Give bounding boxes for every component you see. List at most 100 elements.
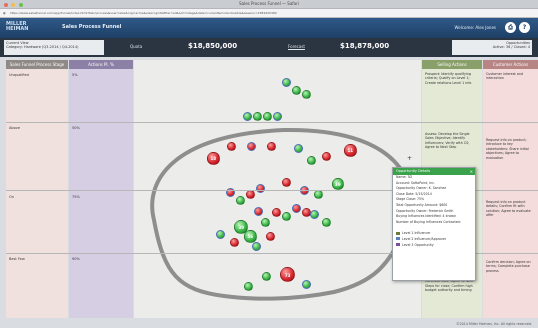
opportunity-bubble[interactable] <box>227 142 236 151</box>
opportunity-bubble[interactable]: 73 <box>280 267 296 283</box>
close-icon[interactable]: × <box>470 168 473 175</box>
address-bar[interactable]: ● https://www.salesfunnel.com/app/funnel… <box>0 9 538 18</box>
opportunity-bubble[interactable] <box>261 218 270 227</box>
opportunity-bubble[interactable] <box>267 142 276 151</box>
customer-actions-header: Customer Actions <box>483 60 538 69</box>
probability-column: Actions Pl. % 5% 50% 75% 90% <box>69 60 133 318</box>
opportunity-bubble[interactable] <box>253 112 262 121</box>
opportunity-bubble[interactable] <box>254 207 263 216</box>
opportunity-bubble[interactable]: 56 <box>244 230 257 243</box>
bubble-label: 73 <box>284 273 291 278</box>
row-pct-above: 50% <box>72 126 80 130</box>
row-divider <box>6 122 538 123</box>
opportunity-bubble[interactable] <box>314 190 323 199</box>
opportunities-value: Active: 36 / Closed: 4 <box>492 45 530 49</box>
window-titlebar: Sales Process Funnel — Safari <box>0 0 538 9</box>
legend-label: Level 2 Influencer/Approver <box>402 236 447 241</box>
stage-column-header: Sales Funnel Process Stage <box>6 60 68 69</box>
print-icon[interactable]: ⎙ <box>505 22 516 33</box>
opportunity-bubble[interactable] <box>246 190 255 199</box>
opportunity-bubble[interactable] <box>230 238 239 247</box>
stage-column: Sales Funnel Process Stage Unqualified A… <box>6 60 68 318</box>
row-label-unqualified: Unqualified <box>9 73 29 77</box>
opportunity-bubble[interactable] <box>322 152 331 161</box>
welcome-text: Welcome: Alex Jones <box>454 25 497 30</box>
forecast-value: $18,878,000 <box>340 42 390 50</box>
opportunity-bubble[interactable]: 39 <box>332 178 344 190</box>
window-title: Sales Process Funnel — Safari <box>239 1 299 6</box>
row-pct-on: 75% <box>72 195 80 199</box>
logo-line-2: HEIMAN <box>6 26 29 32</box>
legend-label: Level 3 Opportunity <box>402 242 434 247</box>
opportunity-bubble[interactable] <box>244 282 253 291</box>
row-pct-bestfew: 90% <box>72 257 80 261</box>
opportunity-bubble[interactable] <box>282 212 291 221</box>
opportunity-bubble[interactable] <box>247 142 256 151</box>
opportunity-bubble[interactable] <box>282 78 291 87</box>
funnel-outline <box>150 127 413 301</box>
row-label-on: On <box>9 195 14 199</box>
opportunity-bubble[interactable] <box>266 232 275 241</box>
selling-note-2: Assess: Develop the Single Sales Objecti… <box>425 132 470 150</box>
opportunity-popup[interactable]: Opportunity Details × Name: 3D Account: … <box>392 167 476 281</box>
customer-note-1: Customer interest and interaction <box>486 72 523 81</box>
customer-note-4: Confirm decision; Agree on terms; Comple… <box>486 260 531 273</box>
view-selector-value: Category: Hardware (Q3-2014 / Q4-2014) <box>6 45 79 49</box>
row-pct-unqualified: 5% <box>72 73 78 77</box>
row-label-bestfew: Best Few <box>9 257 25 261</box>
forecast-label[interactable]: Forecast <box>288 44 305 49</box>
app-header: MILLER HEIMAN Sales Process Funnel Welco… <box>0 18 538 38</box>
customer-actions-column: Customer Actions Customer interest and i… <box>483 60 538 318</box>
footer-text: ©2014 Miller Heiman, Inc. All rights res… <box>456 322 532 326</box>
cursor-crosshair-icon: + <box>407 155 413 162</box>
close-window-icon[interactable] <box>4 3 8 7</box>
opportunity-bubble[interactable] <box>216 230 225 239</box>
opportunities-box: Opportunities Active: 36 / Closed: 4 <box>452 40 532 55</box>
opportunity-bubble[interactable]: 11 <box>344 144 357 157</box>
probability-column-header: Actions Pl. % <box>69 60 133 69</box>
opportunity-bubble[interactable] <box>272 208 281 217</box>
app-title: Sales Process Funnel <box>62 24 122 30</box>
quota-label: Quota <box>130 44 143 49</box>
bubble-label: 39 <box>335 182 341 187</box>
opportunity-bubble[interactable] <box>262 272 271 281</box>
minimize-window-icon[interactable] <box>11 3 16 7</box>
legend-swatch <box>396 237 400 241</box>
opportunity-bubble[interactable] <box>252 242 261 251</box>
summary-bar: Current View Category: Hardware (Q3-2014… <box>0 38 538 57</box>
selling-actions-header: Selling Actions <box>422 60 482 69</box>
opportunity-bubble[interactable] <box>292 204 301 213</box>
opportunity-bubble[interactable] <box>243 112 252 121</box>
bubble-label: 11 <box>347 148 354 153</box>
opportunity-bubble[interactable] <box>302 90 311 99</box>
opportunity-bubble[interactable] <box>282 178 291 187</box>
opportunity-bubble[interactable]: 18 <box>207 152 220 165</box>
opportunity-bubble[interactable] <box>263 112 272 121</box>
legend-swatch <box>396 231 400 235</box>
popup-title: Opportunity Details <box>393 168 475 175</box>
lock-icon: ● <box>3 11 6 15</box>
help-icon[interactable]: ? <box>519 22 530 33</box>
opportunity-bubble[interactable] <box>292 86 301 95</box>
url-text[interactable]: https://www.salesfunnel.com/app/funnel/i… <box>10 9 498 17</box>
opportunity-bubble[interactable] <box>256 184 265 193</box>
legend-label: Level 1 Influencer <box>402 231 431 236</box>
opportunity-bubble[interactable] <box>273 112 282 121</box>
bubble-label: 18 <box>210 156 217 161</box>
opportunity-bubble[interactable] <box>294 144 303 153</box>
legend-item: Level 3 Opportunity <box>393 243 475 249</box>
quota-value: $18,850,000 <box>188 42 238 50</box>
funnel-chart-area: 18 11 39 39 56 73 + <box>134 60 421 318</box>
customer-note-3: Request info on product details; Confirm… <box>486 200 531 218</box>
row-label-above: Above <box>9 126 20 130</box>
opportunity-bubble[interactable] <box>236 196 245 205</box>
company-logo: MILLER HEIMAN <box>6 22 46 32</box>
opportunity-bubble[interactable] <box>302 280 311 289</box>
opportunity-bubble[interactable] <box>322 218 331 227</box>
opportunity-bubble[interactable] <box>307 156 316 165</box>
zoom-window-icon[interactable] <box>18 3 23 7</box>
bubble-label: 56 <box>247 234 254 239</box>
opportunity-bubble[interactable] <box>310 210 319 219</box>
view-selector[interactable]: Current View Category: Hardware (Q3-2014… <box>4 40 104 55</box>
selling-note-1: Prospect: Identify qualifying criteria; … <box>425 72 472 85</box>
